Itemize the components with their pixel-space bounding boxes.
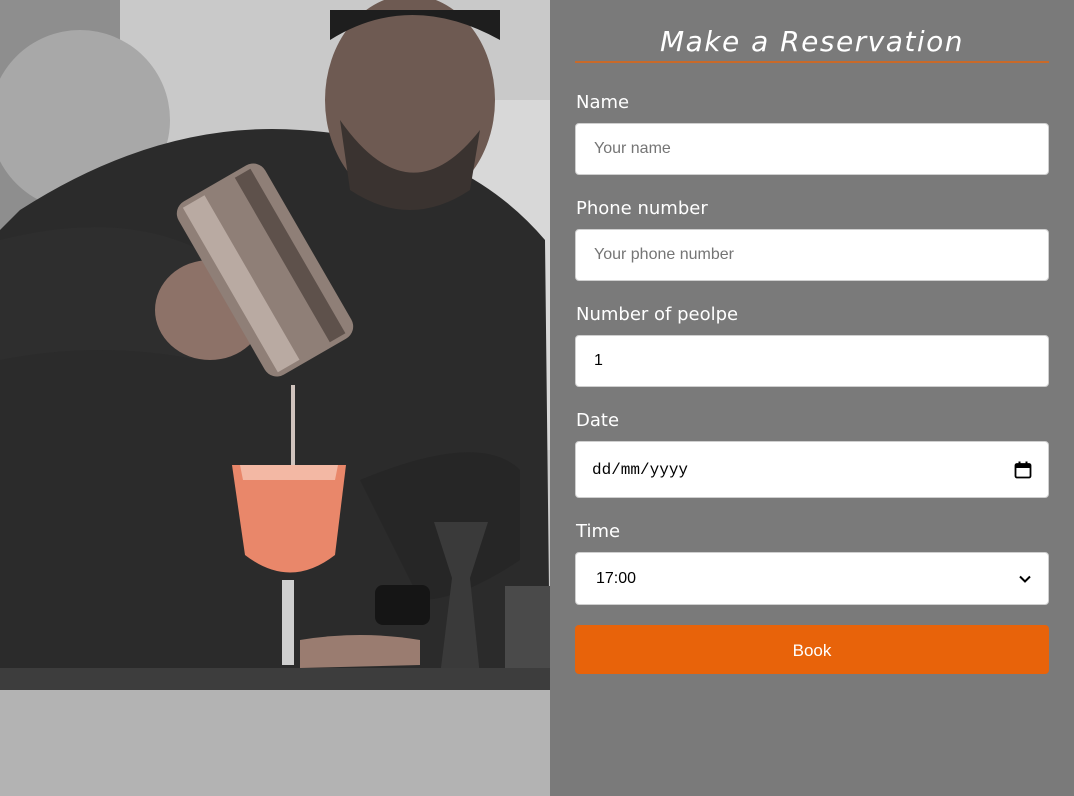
phone-field[interactable] [575, 229, 1049, 281]
date-field[interactable]: dd/mm/yyyy [575, 441, 1049, 498]
people-field[interactable] [575, 335, 1049, 387]
date-value: dd/mm/yyyy [592, 460, 689, 479]
bartender-illustration [0, 0, 550, 796]
time-label: Time [576, 521, 621, 542]
people-label: Number of peolpe [576, 304, 739, 325]
form-title: Make a Reservation [659, 25, 965, 58]
calendar-icon[interactable] [1014, 461, 1032, 479]
reservation-form: Make a Reservation Name Phone number Num… [550, 0, 1074, 796]
time-value: 17:00 [596, 569, 637, 587]
bartender-photo [0, 0, 550, 796]
time-select[interactable]: 17:00 [575, 552, 1049, 605]
reservation-page: Make a Reservation Name Phone number Num… [0, 0, 1074, 796]
name-field[interactable] [575, 123, 1049, 175]
people-input[interactable] [592, 351, 1032, 371]
phone-label: Phone number [576, 198, 708, 219]
name-input[interactable] [592, 139, 1032, 159]
book-button[interactable]: Book [575, 625, 1049, 674]
title-divider [575, 61, 1049, 63]
date-label: Date [576, 410, 620, 431]
phone-input[interactable] [592, 245, 1032, 265]
name-label: Name [576, 92, 630, 113]
chevron-down-icon [1018, 572, 1032, 586]
